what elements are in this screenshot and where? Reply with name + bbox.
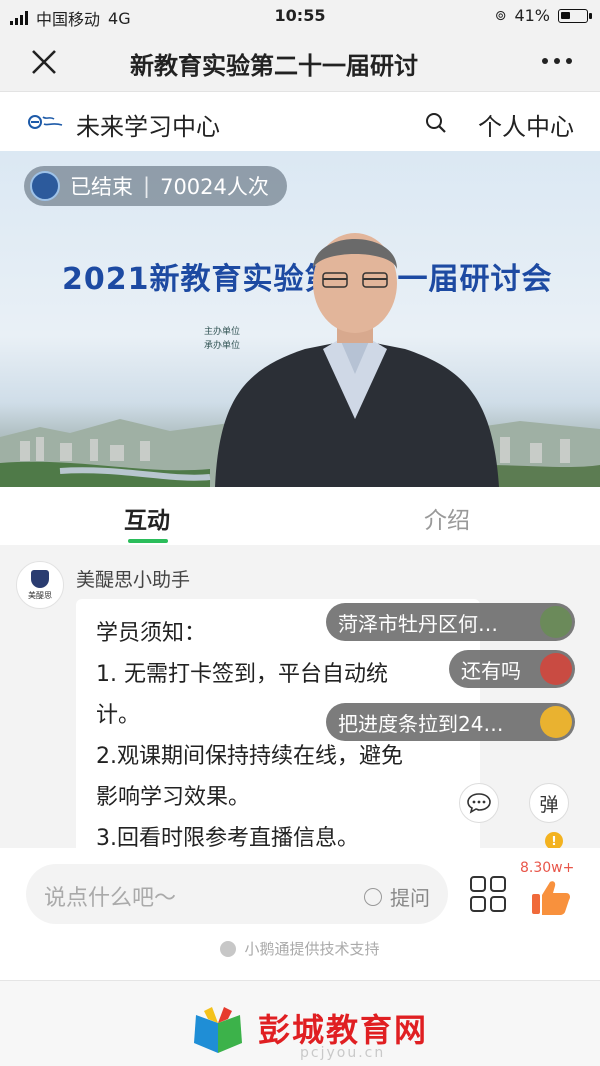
like-count: 8.30w+: [520, 860, 575, 876]
danmaku-item: 把进度条拉到24…: [326, 703, 575, 741]
status-bar: 中国移动 4G 10:55 ⊚ 41%: [0, 0, 600, 32]
comment-placeholder: 说点什么吧～: [44, 886, 177, 911]
radio-circle-icon: [364, 887, 382, 906]
school-crest-icon: [31, 569, 49, 588]
message-line: 影响学习效果。: [96, 785, 251, 810]
menu-grid-icon[interactable]: [470, 876, 506, 912]
rotation-lock-icon: ⊚: [494, 7, 507, 24]
chat-bubble-icon: [467, 793, 491, 814]
close-icon[interactable]: [28, 46, 60, 78]
page-title: 新教育实验第二十一届研讨: [130, 52, 418, 80]
avatar[interactable]: 美醍思: [16, 561, 64, 609]
tab-interact[interactable]: 互动: [124, 501, 170, 535]
danmaku-toggle-label: 弹: [539, 793, 559, 816]
danmaku-item: 还有吗: [449, 650, 575, 688]
danmaku-avatar: [540, 653, 572, 685]
site-name[interactable]: 未来学习中心: [76, 107, 220, 142]
danmaku-avatar: [540, 606, 572, 638]
tab-intro[interactable]: 介绍: [424, 501, 470, 535]
danmaku-text: 菏泽市牡丹区何…: [338, 611, 498, 636]
thumbs-up-icon[interactable]: [530, 878, 572, 916]
navigation-bar: 新教育实验第二十一届研讨: [0, 32, 600, 92]
message-line: 2.观课期间保持持续在线，避免: [96, 744, 403, 769]
more-options-icon[interactable]: [542, 58, 572, 64]
content-tabs: 互动 介绍: [0, 487, 600, 545]
danmaku-avatar: [540, 706, 572, 738]
bottom-bar: 说点什么吧～ 提问 8.30w+ 小鹅通提供技术支持: [0, 848, 600, 980]
profile-link[interactable]: 个人中心: [478, 107, 574, 142]
comment-button[interactable]: [459, 783, 499, 823]
battery-percent: 41%: [514, 6, 550, 25]
danmaku-text: 还有吗: [461, 658, 521, 683]
powered-by: 小鹅通提供技术支持: [0, 938, 600, 959]
powered-by-text: 小鹅通提供技术支持: [244, 940, 380, 958]
active-tab-indicator: [128, 539, 168, 543]
battery-icon: [558, 8, 592, 23]
ask-label: 提问: [390, 886, 430, 910]
message-line: 1. 无需打卡签到，平台自动统: [96, 662, 388, 687]
search-icon[interactable]: [424, 111, 448, 135]
xiaoe-logo-icon: [220, 940, 237, 957]
live-status-badge: 已结束 | 70024人次: [24, 166, 287, 206]
footer-watermark: 彭城教育网 pcjyou.cn: [0, 980, 600, 1066]
notice-badge[interactable]: !: [545, 832, 563, 848]
book-logo-icon: [194, 1007, 242, 1053]
chat-feed[interactable]: 美醍思 美醍思小助手 学员须知： 1. 无需打卡签到，平台自动统 计。 2.观课…: [0, 545, 600, 848]
danmaku-item: 菏泽市牡丹区何…: [326, 603, 575, 641]
status-text: 已结束: [70, 175, 133, 199]
video-player[interactable]: 2021新教育实验第二十一届研讨会 主办单位 承办单位 已结束 | 70024人…: [0, 151, 600, 487]
danmaku-toggle-button[interactable]: 弹: [529, 783, 569, 823]
sender-name: 美醍思小助手: [76, 569, 191, 591]
footer-url: pcjyou.cn: [300, 1045, 386, 1061]
site-logo: [28, 115, 63, 129]
comment-input[interactable]: 说点什么吧～ 提问: [26, 864, 448, 924]
site-header: 未来学习中心 个人中心: [0, 93, 600, 151]
danmaku-text: 把进度条拉到24…: [338, 711, 504, 736]
message-line: 3.回看时限参考直播信息。: [96, 826, 359, 848]
ask-question-toggle[interactable]: 提问: [364, 882, 430, 911]
broadcast-icon: [30, 171, 60, 201]
avatar-caption: 美醍思: [28, 590, 52, 600]
viewer-count: 70024人次: [160, 175, 269, 199]
speaker-figure: [215, 233, 499, 487]
